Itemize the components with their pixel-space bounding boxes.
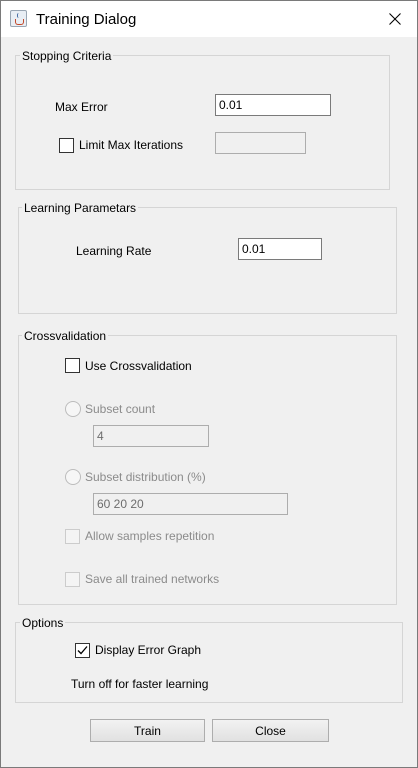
learning-rate-label: Learning Rate [76,244,152,258]
save-networks-checkbox[interactable] [65,572,80,587]
limit-iterations-label: Limit Max Iterations [79,138,184,152]
subset-distribution-input[interactable] [93,493,288,515]
title-bar[interactable]: Training Dialog [1,1,417,37]
learning-parameters-title: Learning Parametars [22,201,139,215]
use-crossvalidation-label: Use Crossvalidation [85,359,192,373]
subset-distribution-label: Subset distribution (%) [85,470,206,484]
close-window-button[interactable] [373,2,417,37]
max-error-input[interactable] [215,94,331,116]
display-graph-checkbox[interactable] [75,643,90,658]
learning-rate-input[interactable] [238,238,322,260]
subset-count-input[interactable] [93,425,209,447]
subset-distribution-radio[interactable] [65,469,81,485]
java-cup-icon [10,10,27,27]
stopping-criteria-panel [15,55,390,190]
window-title: Training Dialog [36,11,137,28]
use-crossvalidation-checkbox[interactable] [65,358,80,373]
train-button[interactable]: Train [90,719,205,742]
stopping-criteria-title: Stopping Criteria [20,49,114,63]
options-hint: Turn off for faster learning [71,677,209,691]
allow-repetition-checkbox[interactable] [65,529,80,544]
max-error-label: Max Error [55,100,108,114]
display-graph-label: Display Error Graph [95,643,202,657]
close-button[interactable]: Close [212,719,329,742]
limit-iterations-checkbox[interactable] [59,138,74,153]
close-icon [389,13,401,25]
checkmark-icon [77,646,88,655]
allow-repetition-label: Allow samples repetition [85,529,215,543]
max-iterations-input[interactable] [215,132,306,154]
learning-parameters-panel [18,207,397,314]
crossvalidation-title: Crossvalidation [22,329,109,343]
save-networks-label: Save all trained networks [85,572,220,586]
subset-count-label: Subset count [85,402,156,416]
subset-count-radio[interactable] [65,401,81,417]
options-title: Options [20,616,66,630]
